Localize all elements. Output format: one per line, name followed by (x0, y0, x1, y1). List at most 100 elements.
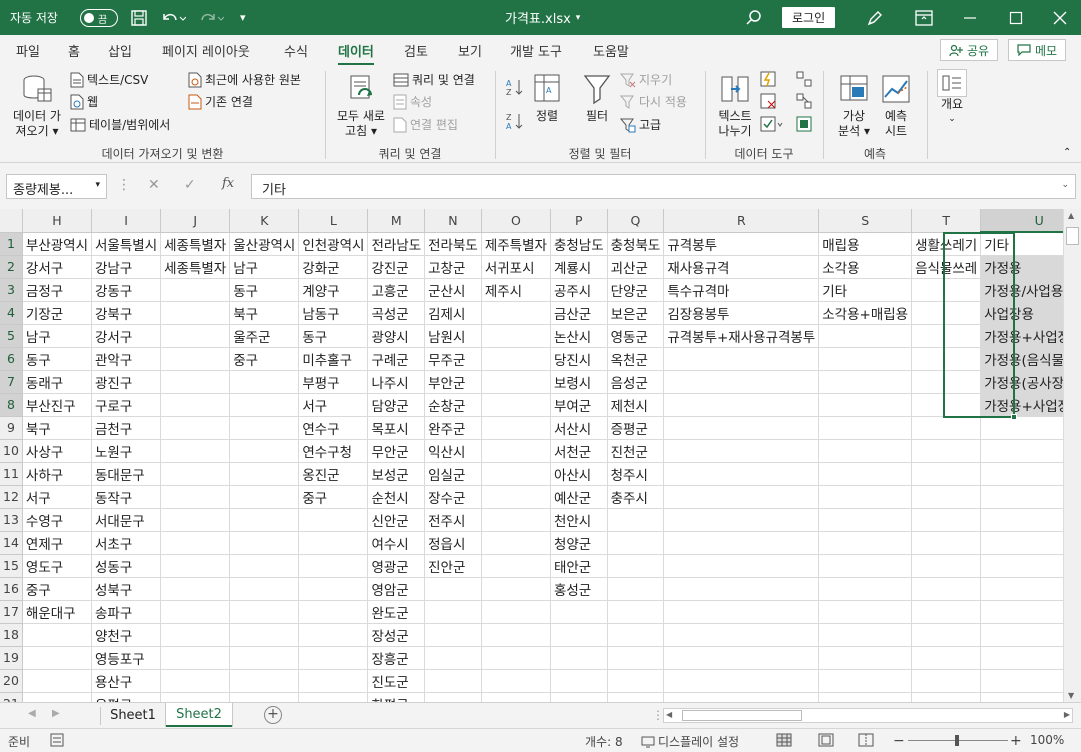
cell[interactable]: 남구 (22, 324, 93, 348)
cell[interactable]: 동구 (22, 347, 93, 371)
row-header[interactable]: 10 (0, 439, 23, 463)
row-header[interactable]: 19 (0, 646, 23, 670)
cell[interactable] (607, 508, 665, 532)
zoom-out-button[interactable]: − (893, 733, 905, 749)
cell[interactable]: 전주시 (424, 508, 482, 532)
column-header[interactable]: N (424, 209, 482, 233)
cell[interactable] (160, 393, 231, 417)
cell[interactable] (911, 393, 982, 417)
cell[interactable]: 인천광역시 (298, 232, 369, 256)
cell[interactable]: 보은군 (607, 301, 665, 325)
cell[interactable]: 소각용 (818, 255, 913, 279)
tab-formulas[interactable]: 수식 (284, 41, 308, 60)
cell[interactable]: 신안군 (367, 508, 426, 532)
cell[interactable] (911, 485, 982, 509)
cell[interactable]: 영등포구 (91, 646, 162, 670)
cell[interactable]: 노원구 (91, 439, 162, 463)
column-header[interactable]: L (298, 209, 369, 233)
ribbon-display-icon[interactable] (915, 0, 933, 35)
cell[interactable] (229, 600, 300, 624)
forecast-sheet-button[interactable]: 예측 시트 (876, 73, 916, 139)
customize-toolbar-icon[interactable]: ▾ (240, 0, 246, 35)
worksheet-grid[interactable]: HIJKLMNOPQRSTUV 1부산광역시서울특별시세종특별자울산광역시인천광… (0, 209, 1081, 702)
cell[interactable] (818, 439, 913, 463)
cell[interactable]: 동구 (229, 278, 300, 302)
cell[interactable] (229, 577, 300, 601)
remove-duplicates-button[interactable] (760, 93, 776, 109)
cell[interactable] (160, 531, 231, 555)
cell[interactable]: 완주군 (424, 416, 482, 440)
cell[interactable] (229, 623, 300, 647)
cell[interactable]: 목포시 (367, 416, 426, 440)
cell[interactable] (229, 439, 300, 463)
sort-button[interactable]: A 정렬 (530, 73, 564, 124)
add-sheet-icon[interactable]: + (264, 706, 282, 724)
cell[interactable]: 김장용봉투 (663, 301, 820, 325)
cell[interactable] (481, 646, 551, 670)
cell[interactable] (160, 623, 231, 647)
cell[interactable] (22, 646, 93, 670)
cell[interactable]: 보성군 (367, 462, 426, 486)
row-header[interactable]: 21 (0, 692, 23, 702)
cell[interactable] (229, 531, 300, 555)
row-header[interactable]: 14 (0, 531, 23, 555)
queries-connections-button[interactable]: 쿼리 및 연결 (393, 71, 475, 88)
cell[interactable] (663, 439, 820, 463)
cell[interactable] (160, 692, 231, 702)
cell[interactable] (911, 278, 982, 302)
advanced-filter-button[interactable]: 고급 (620, 116, 661, 133)
cell[interactable] (481, 692, 551, 702)
column-header[interactable]: R (663, 209, 820, 233)
cell[interactable]: 서천군 (550, 439, 608, 463)
column-header[interactable]: J (160, 209, 231, 233)
cell[interactable] (298, 669, 369, 693)
autosave-toggle[interactable]: 끔 (80, 0, 118, 35)
cell[interactable]: 강서구 (22, 255, 93, 279)
cell[interactable]: 곡성군 (367, 301, 426, 325)
cell[interactable]: 청양군 (550, 531, 608, 555)
row-header[interactable]: 5 (0, 324, 23, 348)
cell[interactable]: 고창군 (424, 255, 482, 279)
cell[interactable] (481, 577, 551, 601)
tab-view[interactable]: 보기 (458, 41, 482, 60)
tab-data[interactable]: 데이터 (338, 41, 374, 66)
cell[interactable] (607, 669, 665, 693)
cell[interactable] (481, 485, 551, 509)
recent-sources-button[interactable]: 최근에 사용한 원본 (188, 71, 301, 88)
cell[interactable]: 사상구 (22, 439, 93, 463)
cell[interactable]: 서귀포시 (481, 255, 551, 279)
cell[interactable] (911, 600, 982, 624)
cell[interactable]: 서구 (22, 485, 93, 509)
cell[interactable]: 연수구 (298, 416, 369, 440)
cell[interactable]: 성북구 (91, 577, 162, 601)
tab-file[interactable]: 파일 (16, 41, 40, 60)
column-header[interactable]: M (367, 209, 426, 233)
name-box[interactable]: 종량제봉... ▾ (6, 174, 107, 199)
cell[interactable]: 서울특별시 (91, 232, 162, 256)
row-header[interactable]: 12 (0, 485, 23, 509)
sheet-tab-sheet1[interactable]: Sheet1 (102, 703, 164, 727)
cell[interactable]: 수영구 (22, 508, 93, 532)
cell[interactable]: 미추홀구 (298, 347, 369, 371)
cell[interactable] (22, 692, 93, 702)
cell[interactable] (663, 600, 820, 624)
cell[interactable] (298, 554, 369, 578)
cell[interactable]: 소각용+매립용 (818, 301, 913, 325)
row-header[interactable]: 17 (0, 600, 23, 624)
cell[interactable] (818, 485, 913, 509)
cell[interactable] (160, 301, 231, 325)
collapse-ribbon-icon[interactable]: ⌃ (1063, 147, 1071, 158)
cell[interactable] (663, 347, 820, 371)
cell[interactable]: 특수규격마 (663, 278, 820, 302)
cell[interactable] (607, 600, 665, 624)
tab-page-layout[interactable]: 페이지 레이아웃 (162, 41, 250, 60)
cell[interactable] (818, 554, 913, 578)
cell[interactable]: 무주군 (424, 347, 482, 371)
cell[interactable]: 매립용 (818, 232, 913, 256)
cell[interactable]: 논산시 (550, 324, 608, 348)
cell[interactable]: 충청남도 (550, 232, 608, 256)
cell[interactable] (424, 577, 482, 601)
undo-icon[interactable] (160, 0, 186, 35)
restore-icon[interactable] (1009, 0, 1023, 35)
filter-button[interactable]: 필터 (578, 73, 616, 124)
